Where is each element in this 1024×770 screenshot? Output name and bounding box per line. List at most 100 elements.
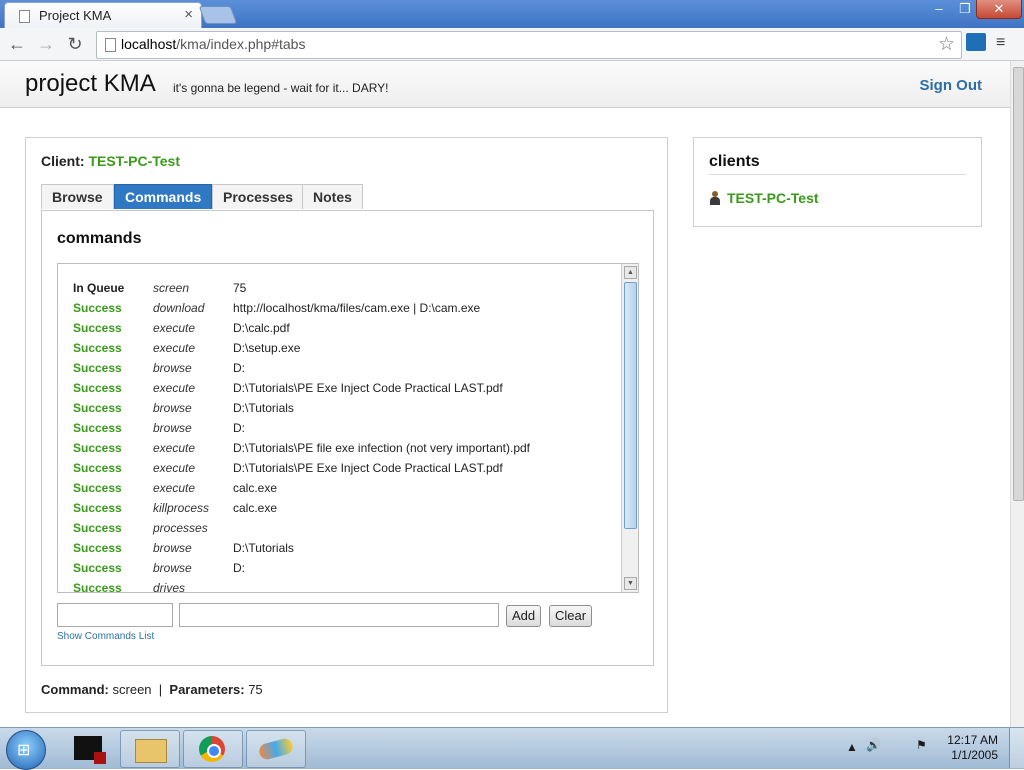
new-tab-button[interactable] (198, 6, 238, 24)
close-window-button[interactable]: ✕ (976, 0, 1022, 19)
forward-icon[interactable]: → (35, 33, 57, 55)
command-row: Success killprocess calc.exe (73, 498, 613, 518)
command-params: D:\setup.exe (233, 341, 301, 355)
tab-processes[interactable]: Processes (212, 184, 305, 209)
browser-tab[interactable]: Project KMA × (4, 2, 202, 29)
add-button[interactable]: Add (506, 605, 542, 627)
command-params: calc.exe (233, 501, 278, 515)
minimize-button[interactable]: – (926, 0, 952, 18)
client-name: TEST-PC-Test (88, 153, 180, 169)
url-text: localhost/kma/index.php#tabs (121, 36, 306, 52)
browser-toolbar: ← → ↻ localhost/kma/index.php#tabs ☆ (0, 28, 1024, 61)
command-status: Success (73, 501, 122, 515)
page-icon (105, 38, 116, 52)
command-status: Success (73, 381, 122, 395)
sign-out-link[interactable]: Sign Out (920, 77, 983, 94)
command-row: Success browse D: (73, 418, 613, 438)
volume-icon[interactable]: 🔊 (866, 738, 881, 752)
command-name: browse (153, 361, 192, 375)
clock-date: 1/1/2005 (951, 748, 998, 762)
extension-icon[interactable] (966, 33, 986, 51)
command-params: 75 (233, 281, 247, 295)
command-row: Success browse D:\Tutorials (73, 398, 613, 418)
command-name: browse (153, 561, 192, 575)
tab-browse[interactable]: Browse (41, 184, 114, 209)
client-list-item[interactable]: TEST-PC-Test (709, 190, 819, 206)
clients-panel: clients TEST-PC-Test (693, 137, 982, 227)
command-name: killprocess (153, 501, 210, 515)
command-row: Success drives (73, 578, 613, 593)
commands-tab-content: commands In Queue screen 75 Success download… (41, 210, 654, 666)
command-value: screen (112, 682, 152, 697)
command-row: Success execute D:\setup.exe (73, 338, 613, 358)
command-row: Success browse D: (73, 358, 613, 378)
command-row: Success processes (73, 518, 613, 538)
reload-icon[interactable]: ↻ (64, 33, 86, 55)
address-bar[interactable]: localhost/kma/index.php#tabs ☆ (96, 31, 962, 59)
command-status: Success (73, 401, 122, 415)
client-label: Client: (41, 153, 85, 169)
command-name: execute (153, 461, 196, 475)
show-desktop-button[interactable] (1009, 728, 1024, 768)
command-params: D: (233, 421, 245, 435)
command-params: D:\Tutorials\PE Exe Inject Code Practica… (233, 461, 503, 475)
command-row: Success execute D:\Tutorials\PE Exe Inject… (73, 458, 613, 478)
show-commands-list-link[interactable]: Show Commands List (57, 631, 154, 642)
browser-title-bar: Project KMA × – ❐ ✕ (0, 0, 1024, 29)
command-row: Success browse D:\Tutorials (73, 538, 613, 558)
scroll-up-icon[interactable]: ▲ (624, 266, 637, 279)
parameters-input[interactable] (179, 603, 499, 627)
command-status: Success (73, 341, 122, 355)
command-row: In Queue screen 75 (73, 278, 613, 298)
tab-title: Project KMA (39, 8, 112, 23)
command-status: Success (73, 561, 122, 575)
page-scroll-thumb[interactable] (1013, 67, 1024, 501)
site-brand[interactable]: project KMA (25, 70, 156, 98)
command-params: D: (233, 361, 245, 375)
page-viewport: project KMA it's gonna be legend - wait … (0, 61, 1010, 727)
command-name: screen (153, 281, 190, 295)
command-name: execute (153, 321, 196, 335)
paint-app-icon[interactable] (246, 730, 306, 768)
tab-close-icon[interactable]: × (184, 6, 193, 23)
command-name: download (153, 301, 205, 315)
commands-title: commands (57, 230, 142, 247)
clear-button[interactable]: Clear (549, 605, 593, 627)
console-app-icon[interactable] (60, 730, 118, 766)
explorer-app-icon[interactable] (120, 730, 180, 768)
command-status: Success (73, 481, 122, 495)
menu-icon[interactable]: ≡ (996, 34, 1005, 52)
command-params: D: (233, 561, 245, 575)
command-row: Success execute D:\Tutorials\PE Exe Inject… (73, 378, 613, 398)
bookmark-star-icon[interactable]: ☆ (938, 33, 955, 56)
show-hidden-icons[interactable]: ▲ (846, 740, 858, 754)
page-scrollbar[interactable] (1010, 61, 1024, 727)
action-center-flag-icon[interactable]: ⚑ (916, 738, 927, 752)
command-params: D:\Tutorials (233, 401, 294, 415)
client-panel: Client: TEST-PC-Test Browse Commands Pro… (25, 137, 668, 713)
command-name: browse (153, 421, 192, 435)
maximize-button[interactable]: ❐ (952, 0, 978, 18)
command-params: D:\Tutorials\PE file exe infection (not … (233, 441, 531, 455)
command-name: drives (153, 581, 186, 593)
tab-notes[interactable]: Notes (302, 184, 363, 209)
clients-title: clients (709, 153, 760, 170)
command-name: browse (153, 401, 192, 415)
scroll-thumb[interactable] (624, 282, 637, 529)
windows-icon: ⊞ (17, 742, 31, 759)
user-icon (709, 191, 721, 205)
command-input[interactable] (57, 603, 173, 627)
system-clock[interactable]: 12:17 AM 1/1/2005 (947, 733, 998, 763)
command-name: execute (153, 481, 196, 495)
site-header: project KMA it's gonna be legend - wait … (0, 61, 1010, 108)
command-status: Success (73, 361, 122, 375)
scroll-down-icon[interactable]: ▼ (624, 577, 637, 590)
command-status: In Queue (73, 281, 125, 295)
chrome-app-icon[interactable] (183, 730, 243, 768)
start-button[interactable]: ⊞ (6, 730, 46, 770)
command-status: Success (73, 581, 122, 593)
back-icon[interactable]: ← (6, 33, 28, 55)
tab-commands[interactable]: Commands (114, 184, 213, 209)
commands-scrollbar[interactable]: ▲ ▼ (621, 264, 638, 592)
page-icon (19, 10, 30, 23)
